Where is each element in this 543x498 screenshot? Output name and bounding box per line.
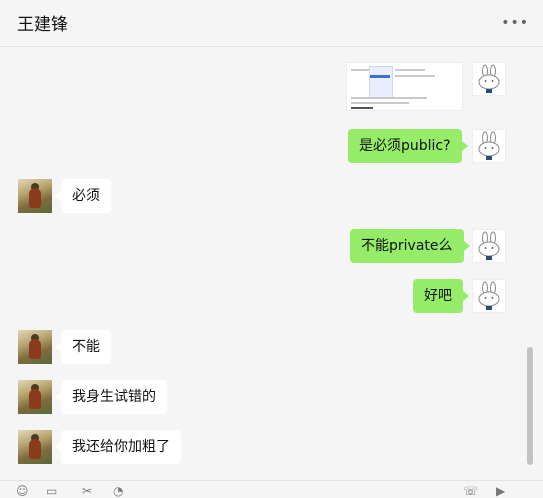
message-bubble-me[interactable]: 好吧 <box>413 279 469 313</box>
contact-avatar[interactable] <box>18 330 52 364</box>
toolbar: ☺ ▭ ✂ ◔ ☏ ▶ <box>0 480 543 498</box>
more-dots-icon[interactable]: ••• <box>501 15 529 31</box>
my-avatar[interactable] <box>472 279 506 313</box>
contact-avatar[interactable] <box>18 380 52 414</box>
contact-avatar[interactable] <box>18 430 52 464</box>
bunny-icon <box>478 131 500 160</box>
bunny-icon <box>478 281 500 310</box>
message-image[interactable] <box>346 62 463 111</box>
message-list[interactable]: 是必须public? 必须 不能private么 好吧 不能 我身生试错的 我还… <box>0 47 543 479</box>
message-bubble-them[interactable]: 我身生试错的 <box>55 380 167 414</box>
my-avatar[interactable] <box>472 62 506 96</box>
message-bubble-them[interactable]: 我还给你加粗了 <box>55 430 181 464</box>
message-bubble-me[interactable]: 不能private么 <box>350 229 469 263</box>
window-maximize-icon[interactable]: • <box>468 0 475 6</box>
scrollbar[interactable] <box>527 347 533 465</box>
contact-avatar[interactable] <box>18 179 52 213</box>
bunny-icon <box>478 64 500 93</box>
bunny-icon <box>478 231 500 260</box>
window-minimize-icon[interactable]: • <box>437 0 444 6</box>
chat-title: 王建锋 <box>17 15 68 35</box>
window-close-icon[interactable]: • <box>507 0 514 6</box>
message-bubble-them[interactable]: 必须 <box>55 179 111 213</box>
chat-header: • • • 王建锋 ••• <box>0 0 543 47</box>
my-avatar[interactable] <box>472 129 506 163</box>
message-bubble-them[interactable]: 不能 <box>55 330 111 364</box>
message-bubble-me[interactable]: 是必须public? <box>348 129 468 163</box>
my-avatar[interactable] <box>472 229 506 263</box>
